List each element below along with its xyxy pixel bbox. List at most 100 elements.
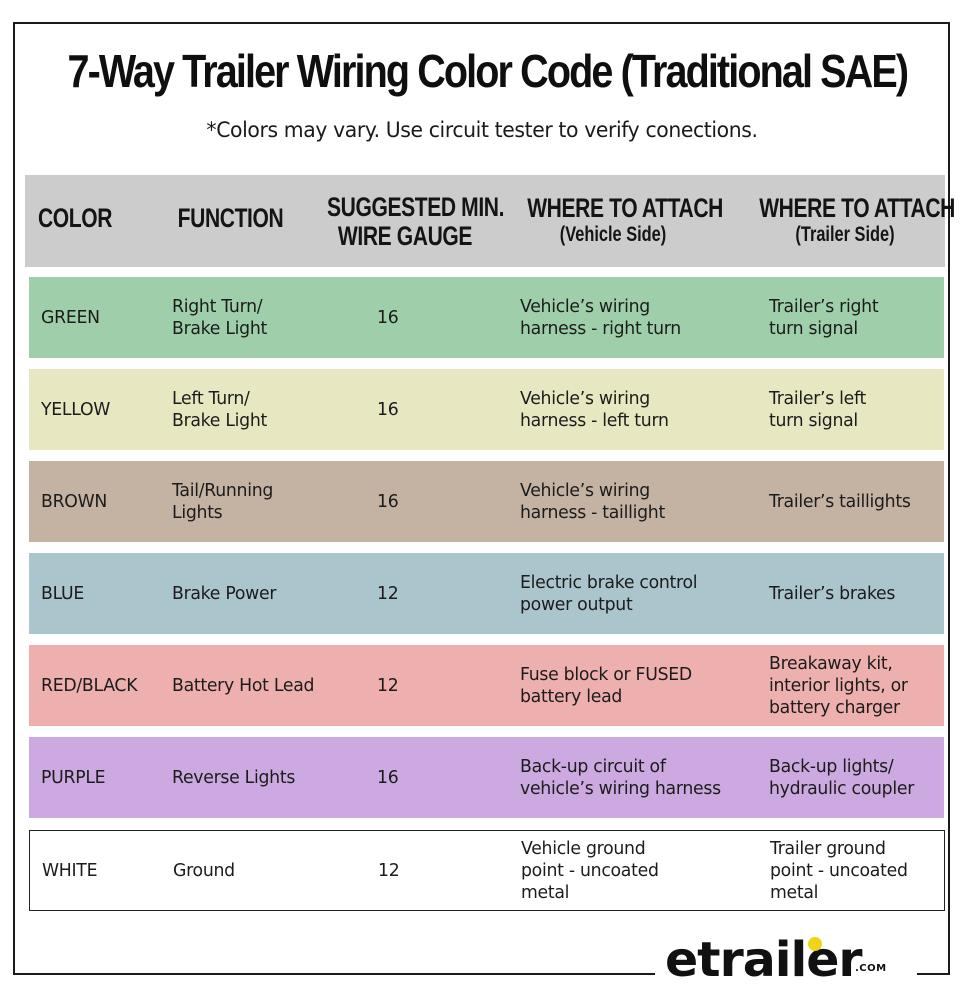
cell-trailer-side-line: Back-up lights/ [769, 756, 894, 777]
cell-wire-gauge-line: 16 [377, 307, 399, 328]
cell-vehicle-side-line: point - uncoated [521, 860, 659, 881]
cell-vehicle-side-line: Fuse block or FUSED [520, 664, 692, 685]
cell-function-line: Battery Hot Lead [172, 675, 315, 696]
cell-trailer-side-line: battery charger [769, 697, 900, 718]
cell-wire-gauge: 16 [377, 399, 399, 421]
cell-function-line: Left Turn/ [172, 388, 250, 409]
frame-left-border [13, 22, 15, 975]
cell-color: PURPLE [41, 767, 106, 789]
cell-vehicle-side-line: harness - left turn [520, 410, 669, 431]
cell-trailer-side-line: Trailer ground [770, 838, 886, 859]
logo-suffix: .COM [855, 963, 887, 974]
cell-trailer-side: Trailer ground point - uncoated metal [770, 838, 908, 904]
cell-trailer-side-line: Trailer’s left [769, 388, 867, 409]
cell-wire-gauge: 12 [377, 583, 399, 605]
etrailer-logo: etrailer .COM [665, 935, 910, 985]
cell-wire-gauge-line: 12 [378, 860, 400, 881]
cell-vehicle-side: Vehicle ground point - uncoated metal [521, 838, 659, 904]
cell-vehicle-side: Back-up circuit of vehicle’s wiring harne… [520, 756, 721, 800]
cell-function-line: Brake Light [172, 318, 268, 339]
cell-color-line: BLUE [41, 583, 85, 604]
cell-trailer-side-line: Breakaway kit, [769, 653, 893, 674]
cell-function-line: Brake Power [172, 583, 277, 604]
cell-function: Battery Hot Lead [172, 675, 314, 697]
cell-color-line: GREEN [41, 307, 100, 328]
cell-trailer-side: Back-up lights/hydraulic coupler [769, 756, 914, 800]
table-row: GREEN Right Turn/Brake Light 16 Vehicle’s w… [29, 277, 944, 358]
logo-yellow-dot-icon [808, 937, 822, 951]
cell-function-line: Tail/Running [172, 480, 274, 501]
table-row: RED/BLACK Battery Hot Lead 12 Fuse block or… [29, 645, 944, 726]
cell-trailer-side-line: turn signal [769, 410, 858, 431]
cell-color-line: WHITE [42, 860, 98, 881]
cell-vehicle-side-line: battery lead [520, 686, 623, 707]
cell-function-line: Lights [172, 502, 223, 523]
cell-vehicle-side-line: harness - taillight [520, 502, 665, 523]
cell-wire-gauge-line: 16 [377, 399, 399, 420]
cell-function: Ground [173, 860, 235, 882]
cell-trailer-side-line: hydraulic coupler [769, 778, 915, 799]
header-vehicle-side: WHERE TO ATTACH (Vehicle Side) [527, 193, 723, 246]
cell-color-line: RED/BLACK [41, 675, 138, 696]
header-wire-gauge: SUGGESTED MIN. WIRE GAUGE [327, 192, 505, 251]
cell-trailer-side-line: turn signal [769, 318, 858, 339]
cell-trailer-side-line: Trailer’s right [769, 296, 879, 317]
cell-color-line: PURPLE [41, 767, 106, 788]
cell-wire-gauge: 16 [377, 767, 399, 789]
cell-vehicle-side-line: metal [521, 882, 570, 903]
cell-function-line: Brake Light [172, 410, 268, 431]
table-row: WHITE Ground 12 Vehicle ground point - uncoa… [29, 830, 945, 911]
cell-wire-gauge: 12 [377, 675, 399, 697]
cell-wire-gauge: 12 [378, 860, 400, 882]
cell-vehicle-side: Vehicle’s wiring harness - left turn [520, 388, 669, 432]
frame-top-border [13, 22, 950, 24]
cell-vehicle-side-line: power output [520, 594, 633, 615]
cell-trailer-side: Trailer’s right turn signal [769, 296, 879, 340]
cell-color: BLUE [41, 583, 84, 605]
cell-color-line: YELLOW [41, 399, 111, 420]
disclaimer-subtitle: *Colors may vary. Use circuit tester to … [206, 118, 758, 142]
cell-vehicle-side: Vehicle’s wiring harness - right turn [520, 296, 681, 340]
cell-color: YELLOW [41, 399, 110, 421]
cell-trailer-side: Trailer’s brakes [769, 583, 895, 605]
table-row: PURPLE Reverse Lights 16 Back-up circuit of… [29, 737, 944, 818]
cell-function: Brake Power [172, 583, 276, 605]
cell-trailer-side-line: Trailer’s brakes [769, 583, 896, 604]
cell-vehicle-side-line: vehicle’s wiring harness [520, 778, 721, 799]
cell-wire-gauge-line: 12 [377, 675, 399, 696]
cell-wire-gauge-line: 16 [377, 491, 399, 512]
cell-function: Reverse Lights [172, 767, 295, 789]
cell-vehicle-side-line: Vehicle’s wiring [520, 480, 650, 501]
cell-function-line: Reverse Lights [172, 767, 296, 788]
cell-color-line: BROWN [41, 491, 108, 512]
cell-wire-gauge: 16 [377, 491, 399, 513]
header-color: COLOR [37, 203, 113, 233]
cell-trailer-side-line: point - uncoated [770, 860, 908, 881]
cell-function: Left Turn/Brake Light [172, 388, 267, 432]
cell-vehicle-side-line: harness - right turn [520, 318, 681, 339]
cell-vehicle-side: Electric brake control power output [520, 572, 698, 616]
cell-function-line: Right Turn/ [172, 296, 263, 317]
cell-vehicle-side-line: Vehicle ground [521, 838, 646, 859]
page-title: 7-Way Trailer Wiring Color Code (Traditi… [67, 45, 909, 97]
cell-color: WHITE [42, 860, 98, 882]
cell-trailer-side: Breakaway kit, interior lights, or battery… [769, 653, 908, 719]
cell-function: Right Turn/Brake Light [172, 296, 267, 340]
frame-bottom-border-right [917, 973, 950, 975]
cell-wire-gauge-line: 16 [377, 767, 399, 788]
table-row: BROWN Tail/Running Lights 16 Vehicle’s wirin… [29, 461, 944, 542]
cell-trailer-side: Trailer’s taillights [769, 491, 911, 513]
cell-trailer-side-line: interior lights, or [769, 675, 908, 696]
table-row: BLUE Brake Power 12 Electric brake control p… [29, 553, 944, 634]
cell-vehicle-side: Vehicle’s wiring harness - taillight [520, 480, 665, 524]
cell-function: Tail/Running Lights [172, 480, 273, 524]
cell-trailer-side-line: Trailer’s taillights [769, 491, 911, 512]
cell-color: BROWN [41, 491, 107, 513]
table-header-row: COLOR FUNCTION SUGGESTED MIN. WIRE GAUGE… [25, 175, 955, 267]
cell-vehicle-side-line: Vehicle’s wiring [520, 296, 650, 317]
cell-trailer-side-line: metal [770, 882, 819, 903]
cell-wire-gauge-line: 12 [377, 583, 399, 604]
table-row: YELLOW Left Turn/Brake Light 16 Vehicle’s w… [29, 369, 944, 450]
cell-vehicle-side-line: Vehicle’s wiring [520, 388, 650, 409]
cell-vehicle-side-line: Electric brake control [520, 572, 698, 593]
